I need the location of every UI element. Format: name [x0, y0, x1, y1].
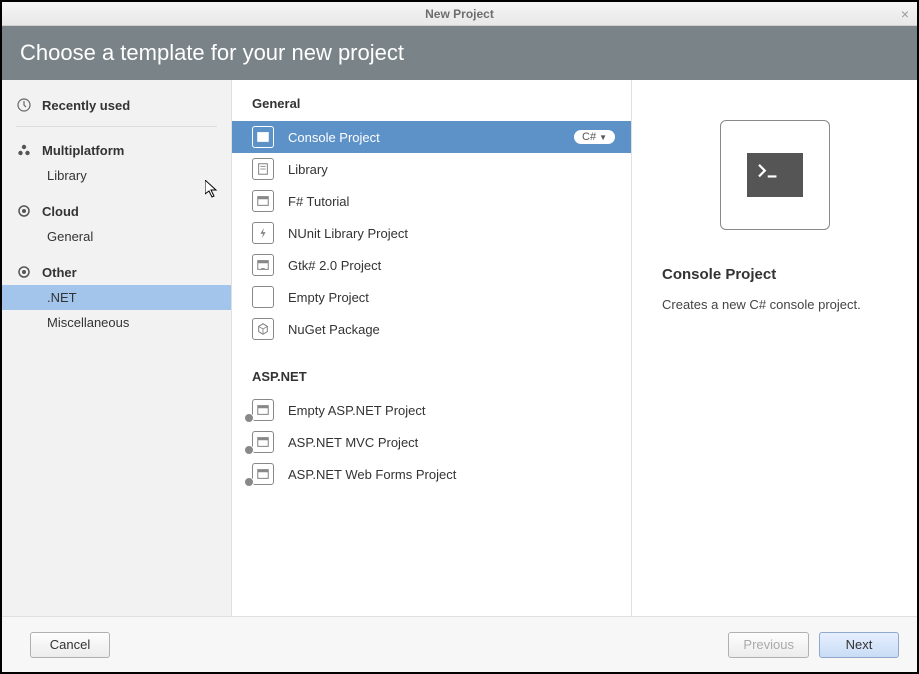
sidebar-label: Miscellaneous	[47, 315, 129, 330]
dialog-footer: Cancel Previous Next	[2, 616, 917, 672]
template-aspnet-webforms[interactable]: ASP.NET Web Forms Project	[232, 458, 631, 490]
badge-icon	[244, 445, 254, 455]
web-icon	[252, 399, 274, 421]
sidebar-label: General	[47, 229, 93, 244]
language-selector[interactable]: C# ▼	[574, 130, 615, 144]
template-fsharp-tutorial[interactable]: F# Tutorial	[232, 185, 631, 217]
multiplatform-icon	[16, 142, 32, 158]
sidebar-label: Recently used	[42, 98, 130, 113]
sidebar-section-other[interactable]: Other	[2, 259, 231, 285]
template-label: ASP.NET Web Forms Project	[288, 467, 456, 482]
badge-icon	[244, 413, 254, 423]
titlebar: New Project ×	[2, 2, 917, 26]
dialog-header: Choose a template for your new project	[2, 26, 917, 80]
sidebar-label: Cloud	[42, 204, 79, 219]
template-nunit-library[interactable]: NUnit Library Project	[232, 217, 631, 249]
language-label: C#	[582, 131, 596, 143]
sidebar-label: Other	[42, 265, 77, 280]
sidebar-item-library[interactable]: Library	[2, 163, 231, 188]
detail-title: Console Project	[662, 266, 776, 283]
sidebar-item-dotnet[interactable]: .NET	[2, 285, 231, 310]
terminal-icon	[747, 153, 803, 197]
library-icon	[252, 158, 274, 180]
chevron-down-icon: ▼	[599, 133, 607, 142]
bolt-icon	[252, 222, 274, 244]
template-gtk-project[interactable]: Gtk# 2.0 Project	[232, 249, 631, 281]
sidebar-divider	[16, 126, 217, 127]
previous-button: Previous	[728, 632, 809, 658]
template-list: General Console Project C# ▼ Library	[232, 80, 632, 616]
tutorial-icon	[252, 190, 274, 212]
template-label: NuGet Package	[288, 322, 380, 337]
template-label: Library	[288, 162, 328, 177]
group-header-aspnet: ASP.NET	[232, 345, 631, 394]
sidebar-section-multiplatform[interactable]: Multiplatform	[2, 137, 231, 163]
sidebar-label: .NET	[47, 290, 77, 305]
cancel-button[interactable]: Cancel	[30, 632, 110, 658]
template-preview	[720, 120, 830, 230]
sidebar-section-cloud[interactable]: Cloud	[2, 198, 231, 224]
template-label: Gtk# 2.0 Project	[288, 258, 381, 273]
clock-icon	[16, 97, 32, 113]
template-label: NUnit Library Project	[288, 226, 408, 241]
template-nuget-package[interactable]: NuGet Package	[232, 313, 631, 345]
sidebar-item-miscellaneous[interactable]: Miscellaneous	[2, 310, 231, 335]
detail-description: Creates a new C# console project.	[662, 297, 861, 312]
category-sidebar: Recently used Multiplatform Library Clou…	[2, 80, 232, 616]
template-empty-aspnet[interactable]: Empty ASP.NET Project	[232, 394, 631, 426]
web-icon	[252, 463, 274, 485]
template-label: F# Tutorial	[288, 194, 349, 209]
template-detail: Console Project Creates a new C# console…	[632, 80, 917, 616]
console-icon	[252, 126, 274, 148]
group-header-general: General	[232, 96, 631, 121]
grid-icon	[252, 254, 274, 276]
empty-icon	[252, 286, 274, 308]
template-label: Empty Project	[288, 290, 369, 305]
other-icon	[16, 264, 32, 280]
new-project-dialog: New Project × Choose a template for your…	[0, 0, 919, 674]
template-console-project[interactable]: Console Project C# ▼	[232, 121, 631, 153]
template-library[interactable]: Library	[232, 153, 631, 185]
sidebar-item-general[interactable]: General	[2, 224, 231, 249]
cloud-icon	[16, 203, 32, 219]
template-label: ASP.NET MVC Project	[288, 435, 418, 450]
template-label: Empty ASP.NET Project	[288, 403, 426, 418]
sidebar-label: Library	[47, 168, 87, 183]
dialog-body: Recently used Multiplatform Library Clou…	[2, 80, 917, 616]
header-title: Choose a template for your new project	[20, 40, 404, 66]
window-title: New Project	[425, 7, 494, 21]
web-icon	[252, 431, 274, 453]
sidebar-recently-used[interactable]: Recently used	[2, 92, 231, 118]
next-button[interactable]: Next	[819, 632, 899, 658]
badge-icon	[244, 477, 254, 487]
template-label: Console Project	[288, 130, 380, 145]
close-icon[interactable]: ×	[901, 6, 909, 22]
template-empty-project[interactable]: Empty Project	[232, 281, 631, 313]
package-icon	[252, 318, 274, 340]
template-aspnet-mvc[interactable]: ASP.NET MVC Project	[232, 426, 631, 458]
sidebar-label: Multiplatform	[42, 143, 124, 158]
